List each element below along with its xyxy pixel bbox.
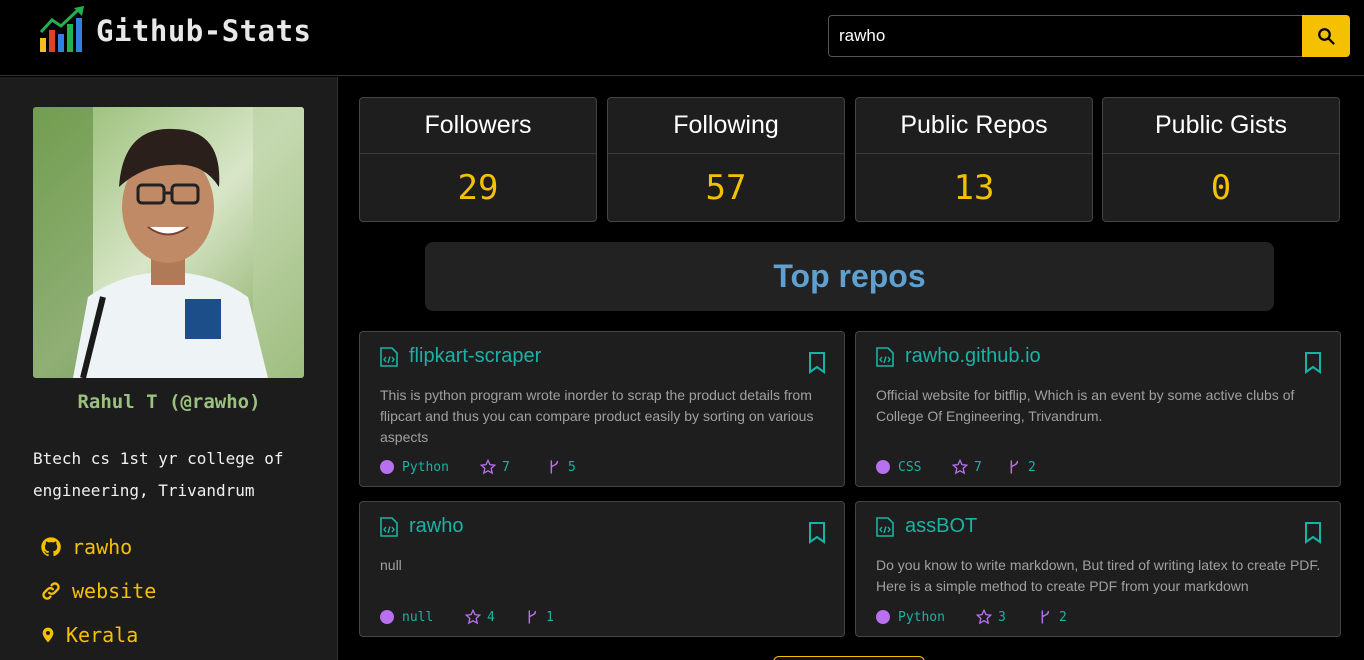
language-dot-icon — [380, 610, 394, 624]
search-icon — [1318, 28, 1335, 45]
github-link[interactable]: rawho — [40, 535, 132, 559]
repo-description: This is python program wrote inorder to … — [380, 387, 814, 445]
top-header: Github-Stats — [0, 0, 1364, 76]
fork-icon — [1010, 460, 1019, 474]
repo-description: Official website for bitflip, Which is a… — [876, 387, 1295, 424]
search-input[interactable] — [828, 15, 1302, 57]
bookmark-icon[interactable] — [1304, 352, 1322, 374]
stat-label: Public Gists — [1103, 98, 1339, 154]
fork-icon — [550, 460, 559, 474]
top-repos-heading: Top repos — [425, 242, 1274, 311]
repo-meta: CSS 7 2 — [876, 459, 1036, 475]
stat-value: 29 — [457, 168, 499, 208]
profile-sidebar: Rahul T (@rawho) Btech cs 1st yr college… — [0, 77, 338, 660]
fork-count: 2 — [1059, 609, 1067, 625]
fork-count: 1 — [546, 609, 554, 625]
bookmark-icon[interactable] — [808, 522, 826, 544]
fork-icon — [1041, 610, 1050, 624]
repo-card[interactable]: rawho null null 4 1 — [359, 501, 845, 637]
repo-forks: 1 — [524, 609, 554, 625]
bar-chart-logo-icon — [39, 6, 84, 52]
location-label: Kerala — [66, 623, 139, 647]
stat-card-following: Following 57 — [607, 97, 845, 222]
repo-meta: null 4 1 — [380, 609, 554, 625]
stat-label: Following — [608, 98, 844, 154]
star-count: 4 — [487, 609, 495, 625]
star-count: 7 — [502, 459, 510, 475]
repo-meta: Python 3 2 — [876, 609, 1067, 625]
star-icon — [465, 609, 481, 625]
stat-value: 13 — [953, 168, 995, 208]
link-icon — [42, 582, 60, 600]
star-count: 3 — [998, 609, 1006, 625]
stat-label: Public Repos — [856, 98, 1092, 154]
repo-language: Python — [402, 459, 449, 475]
profile-name: Rahul T (@rawho) — [77, 391, 261, 413]
language-dot-icon — [380, 460, 394, 474]
repo-card[interactable]: flipkart-scraper This is python program … — [359, 331, 845, 487]
language-dot-icon — [876, 460, 890, 474]
star-icon — [976, 609, 992, 625]
main-content: Followers 29 Following 57 Public Repos 1… — [339, 77, 1364, 660]
code-file-icon — [380, 347, 398, 367]
profile-bio: Btech cs 1st yr college of engineering, … — [33, 449, 284, 500]
language-dot-icon — [876, 610, 890, 624]
repo-language: null — [402, 609, 434, 625]
github-link-label: rawho — [72, 535, 133, 559]
stat-card-followers: Followers 29 — [359, 97, 597, 222]
repo-name-link[interactable]: rawho.github.io — [905, 345, 1041, 368]
website-link[interactable]: website — [40, 579, 156, 603]
fork-icon — [528, 610, 537, 624]
repo-language: CSS — [898, 459, 922, 475]
github-icon — [41, 537, 61, 557]
location-link: Kerala — [40, 623, 138, 647]
repo-description: null — [380, 557, 402, 573]
app-title: Github-Stats — [96, 14, 312, 48]
repo-language: Python — [898, 609, 945, 625]
star-icon — [952, 459, 968, 475]
bookmark-icon[interactable] — [1304, 522, 1322, 544]
code-file-icon — [876, 517, 894, 537]
load-more-button[interactable] — [773, 656, 925, 660]
stat-value: 57 — [705, 168, 747, 208]
avatar — [33, 107, 304, 378]
fork-count: 2 — [1028, 459, 1036, 475]
repo-name-link[interactable]: flipkart-scraper — [409, 345, 541, 368]
repo-forks: 5 — [546, 459, 576, 475]
repo-meta: Python 7 5 — [380, 459, 576, 475]
star-count: 7 — [974, 459, 982, 475]
website-link-label: website — [72, 579, 157, 603]
code-file-icon — [876, 347, 894, 367]
repo-card[interactable]: assBOT Do you know to write markdown, Bu… — [855, 501, 1341, 637]
repo-forks: 2 — [1037, 609, 1067, 625]
bookmark-icon[interactable] — [808, 352, 826, 374]
repo-stars: 7 — [952, 459, 1006, 475]
stat-value: 0 — [1210, 168, 1232, 208]
search-button[interactable] — [1302, 15, 1350, 57]
fork-count: 5 — [568, 459, 576, 475]
repo-description: Do you know to write markdown, But tired… — [876, 557, 1321, 594]
stat-card-public-gists: Public Gists 0 — [1102, 97, 1340, 222]
stat-label: Followers — [360, 98, 596, 154]
repo-stars: 4 — [465, 609, 524, 625]
repo-card[interactable]: rawho.github.io Official website for bit… — [855, 331, 1341, 487]
repo-forks: 2 — [1006, 459, 1036, 475]
repo-stars: 3 — [976, 609, 1037, 625]
repo-name-link[interactable]: rawho — [409, 515, 463, 538]
location-icon — [42, 627, 54, 643]
code-file-icon — [380, 517, 398, 537]
avatar-photo — [33, 107, 304, 378]
star-icon — [480, 459, 496, 475]
repo-stars: 7 — [480, 459, 546, 475]
repo-name-link[interactable]: assBOT — [905, 515, 977, 538]
stat-card-public-repos: Public Repos 13 — [855, 97, 1093, 222]
